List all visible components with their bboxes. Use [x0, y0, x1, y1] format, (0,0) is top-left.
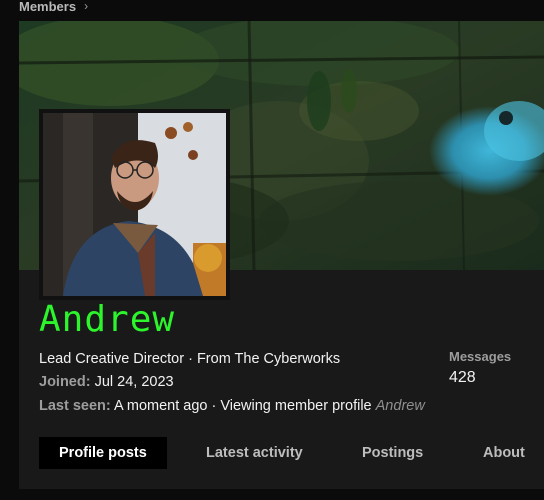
- joined-value: Jul 24, 2023: [94, 374, 174, 390]
- tab-about[interactable]: About: [483, 437, 525, 469]
- last-seen-value: A moment ago · Viewing member profile: [113, 398, 372, 414]
- joined-label: Joined:: [39, 374, 91, 390]
- last-seen-target-link[interactable]: Andrew: [376, 398, 425, 414]
- last-seen-row: Last seen: A moment ago · Viewing member…: [39, 398, 425, 414]
- tab-profile-posts[interactable]: Profile posts: [39, 437, 167, 469]
- messages-label: Messages: [449, 349, 512, 364]
- profile-card: Andrew Lead Creative Director · From The…: [19, 21, 544, 489]
- chevron-right-icon: ›: [84, 0, 89, 13]
- username: Andrew: [39, 299, 176, 340]
- messages-stat[interactable]: Messages 428: [449, 349, 511, 387]
- profile-tabs: Profile posts Latest activity Postings A…: [39, 437, 544, 469]
- last-seen-label: Last seen:: [39, 398, 111, 414]
- breadcrumb: Members ›: [19, 0, 88, 14]
- user-title-line: Lead Creative Director · From The Cyberw…: [39, 351, 341, 367]
- tab-postings[interactable]: Postings: [362, 437, 423, 469]
- messages-count: 428: [449, 369, 476, 386]
- joined-row: Joined: Jul 24, 2023: [39, 374, 174, 390]
- avatar[interactable]: [39, 109, 230, 300]
- tab-latest-activity[interactable]: Latest activity: [206, 437, 303, 469]
- breadcrumb-members-link[interactable]: Members: [19, 0, 76, 14]
